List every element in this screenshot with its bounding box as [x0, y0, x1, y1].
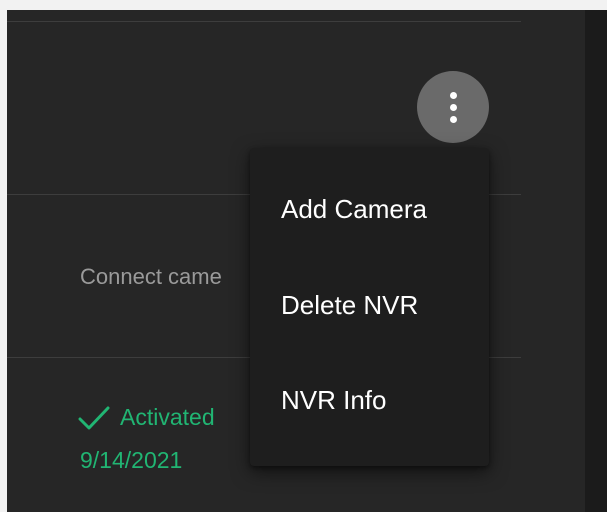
activation-status: Activated [78, 404, 215, 431]
nvr-actions-menu: Add Camera Delete NVR NVR Info [250, 148, 489, 466]
window-top-edge [0, 0, 607, 10]
more-options-button[interactable] [417, 71, 489, 143]
menu-item-nvr-info[interactable]: NVR Info [281, 385, 387, 416]
scrollbar-track[interactable] [585, 10, 607, 512]
nvr-list-view: Connect came Activated 9/14/2021 Add Cam… [0, 0, 607, 512]
status-label: Activated [120, 404, 215, 430]
status-date: 9/14/2021 [80, 447, 183, 473]
more-vertical-icon [449, 91, 457, 123]
window-left-edge [0, 0, 7, 512]
menu-item-add-camera[interactable]: Add Camera [281, 194, 427, 225]
connect-cameras-text: Connect came [80, 264, 222, 289]
row-divider [7, 21, 521, 22]
check-icon [78, 406, 110, 429]
menu-item-delete-nvr[interactable]: Delete NVR [281, 290, 418, 321]
